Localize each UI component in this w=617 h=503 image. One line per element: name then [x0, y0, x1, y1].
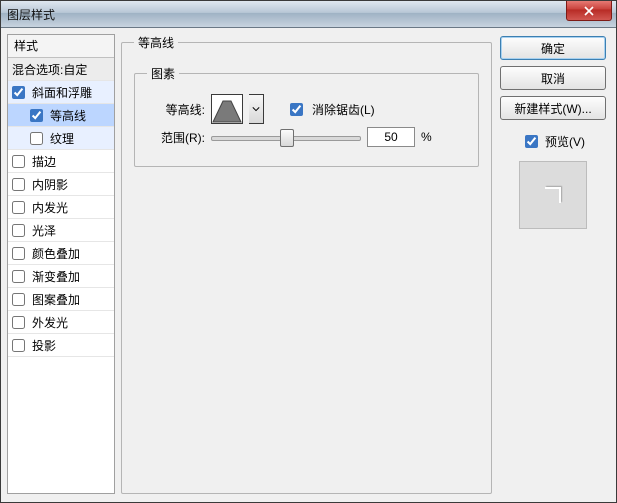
titlebar: 图层样式 — [1, 1, 616, 28]
blend-options-row[interactable]: 混合选项:自定 — [8, 58, 114, 81]
preview-label[interactable]: 预览(V) — [545, 133, 585, 150]
style-item[interactable]: 投影 — [8, 334, 114, 357]
antialias-checkbox[interactable] — [290, 103, 303, 116]
contour-group-title: 等高线 — [134, 34, 178, 51]
style-item[interactable]: 光泽 — [8, 219, 114, 242]
titlebar-buttons — [566, 1, 612, 27]
blend-options-label: 混合选项:自定 — [12, 61, 87, 78]
style-item-checkbox[interactable] — [12, 86, 25, 99]
style-item[interactable]: 描边 — [8, 150, 114, 173]
styles-list: 斜面和浮雕等高线纹理描边内阴影内发光光泽颜色叠加渐变叠加图案叠加外发光投影 — [8, 81, 114, 493]
style-item-label: 等高线 — [50, 107, 86, 124]
style-item-checkbox[interactable] — [12, 178, 25, 191]
elements-group: 图素 等高线: — [134, 65, 479, 167]
style-item-checkbox[interactable] — [30, 109, 43, 122]
style-item-label: 颜色叠加 — [32, 245, 80, 262]
range-slider[interactable] — [211, 128, 361, 146]
style-item-label: 投影 — [32, 337, 56, 354]
style-item-label: 斜面和浮雕 — [32, 84, 92, 101]
layer-style-dialog: 图层样式 样式 混合选项:自定 斜面和浮雕等高线纹理描边内阴影内发光光泽颜色叠加… — [0, 0, 617, 503]
range-label: 范围(R): — [147, 129, 205, 146]
close-button[interactable] — [566, 1, 612, 21]
elements-group-title: 图素 — [147, 65, 179, 82]
style-item[interactable]: 斜面和浮雕 — [8, 81, 114, 104]
style-item-checkbox[interactable] — [12, 201, 25, 214]
buttons-column: 确定 取消 新建样式(W)... 预览(V) — [498, 34, 608, 494]
close-icon — [584, 6, 594, 16]
style-item-label: 渐变叠加 — [32, 268, 80, 285]
cancel-button[interactable]: 取消 — [500, 66, 606, 90]
styles-header: 样式 — [8, 35, 114, 58]
style-item-label: 纹理 — [50, 130, 74, 147]
contour-curve-icon — [212, 95, 242, 123]
style-item-label: 光泽 — [32, 222, 56, 239]
style-item[interactable]: 内阴影 — [8, 173, 114, 196]
style-item-checkbox[interactable] — [12, 293, 25, 306]
style-item-checkbox[interactable] — [12, 155, 25, 168]
contour-dropdown[interactable] — [249, 94, 264, 124]
dialog-body: 样式 混合选项:自定 斜面和浮雕等高线纹理描边内阴影内发光光泽颜色叠加渐变叠加图… — [1, 28, 616, 502]
style-item-label: 内阴影 — [32, 176, 68, 193]
style-item[interactable]: 内发光 — [8, 196, 114, 219]
preview-swatch — [519, 161, 587, 229]
contour-label: 等高线: — [147, 101, 205, 118]
style-item[interactable]: 纹理 — [8, 127, 114, 150]
style-item-label: 外发光 — [32, 314, 68, 331]
style-item-checkbox[interactable] — [12, 339, 25, 352]
contour-row: 等高线: 消除锯齿(L) — [147, 98, 466, 120]
styles-column: 样式 混合选项:自定 斜面和浮雕等高线纹理描边内阴影内发光光泽颜色叠加渐变叠加图… — [7, 34, 115, 494]
ok-button[interactable]: 确定 — [500, 36, 606, 60]
preview-checkbox[interactable] — [525, 135, 538, 148]
style-item-checkbox[interactable] — [12, 316, 25, 329]
range-unit: % — [421, 130, 432, 144]
style-item-label: 图案叠加 — [32, 291, 80, 308]
style-item-checkbox[interactable] — [30, 132, 43, 145]
slider-thumb[interactable] — [280, 129, 294, 147]
style-item-checkbox[interactable] — [12, 224, 25, 237]
style-item[interactable]: 图案叠加 — [8, 288, 114, 311]
antialias-label[interactable]: 消除锯齿(L) — [312, 101, 375, 118]
style-item-label: 描边 — [32, 153, 56, 170]
preview-mark-icon — [545, 187, 561, 203]
style-item[interactable]: 颜色叠加 — [8, 242, 114, 265]
contour-preview[interactable] — [211, 94, 243, 124]
range-value-input[interactable] — [367, 127, 415, 147]
range-row: 范围(R): % — [147, 126, 466, 148]
style-item-checkbox[interactable] — [12, 247, 25, 260]
window-title: 图层样式 — [7, 6, 55, 23]
contour-group: 等高线 图素 等高线: — [121, 34, 492, 494]
style-item[interactable]: 外发光 — [8, 311, 114, 334]
style-item[interactable]: 渐变叠加 — [8, 265, 114, 288]
settings-column: 等高线 图素 等高线: — [121, 34, 492, 494]
preview-row: 预览(V) — [521, 132, 585, 151]
style-item-checkbox[interactable] — [12, 270, 25, 283]
chevron-down-icon — [252, 105, 260, 113]
style-item-label: 内发光 — [32, 199, 68, 216]
new-style-button[interactable]: 新建样式(W)... — [500, 96, 606, 120]
style-item[interactable]: 等高线 — [8, 104, 114, 127]
